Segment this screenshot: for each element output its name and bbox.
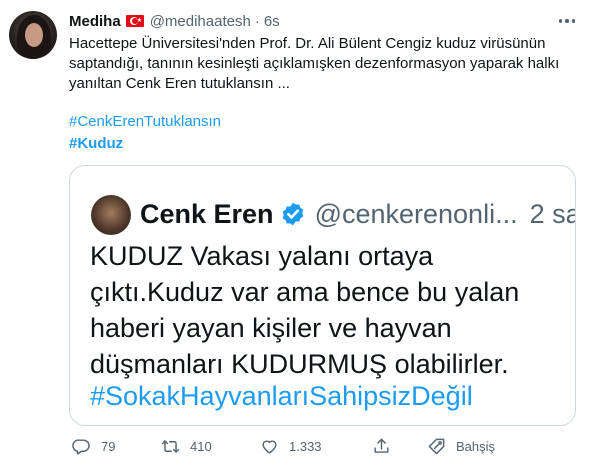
- quoted-author-handle: @cenkerenonli...: [314, 198, 518, 229]
- retweet-button[interactable]: 410: [161, 434, 212, 458]
- separator-dot: ·: [254, 12, 260, 30]
- quoted-tweet-text: KUDUZ Vakası yalanı ortaya çıktı.Kuduz v…: [90, 238, 570, 382]
- reply-count: 79: [101, 438, 116, 454]
- tip-icon: [428, 438, 445, 454]
- like-button[interactable]: 1.333: [260, 434, 322, 458]
- tweet-text: Hacettepe Üniversitesi'nden Prof. Dr. Al…: [69, 34, 579, 94]
- reply-icon: [72, 438, 90, 455]
- heart-icon: [262, 440, 277, 454]
- avatar-face: [25, 23, 43, 47]
- tip-button[interactable]: Bahşiş: [427, 434, 495, 458]
- retweet-icon: [161, 439, 180, 453]
- retweet-count: 410: [190, 438, 212, 454]
- tweet-text-line: Hacettepe Üniversitesi'nden Prof. Dr. Al…: [69, 35, 546, 52]
- turkey-flag-icon: ★: [125, 15, 144, 27]
- more-horizontal-icon[interactable]: [556, 13, 578, 29]
- tweet-timestamp[interactable]: 6s: [264, 13, 280, 30]
- tip-label: Bahşiş: [456, 438, 496, 454]
- share-button[interactable]: [372, 434, 391, 458]
- quoted-text-line: düşmanları KUDURMUŞ olabilirler.: [90, 349, 509, 379]
- tweet-header: Mediha ★ @medihaatesh · 6s: [69, 11, 280, 31]
- quoted-timestamp: 2 sa: [529, 198, 576, 229]
- quoted-hashtag: #SokakHayvanlarıSahipsizDeğil: [90, 381, 473, 411]
- quoted-text-line: çıktı.Kuduz var ama bence bu yalan: [90, 277, 520, 307]
- tweet-action-bar: 79 410 1.333 Bahşiş: [69, 434, 579, 458]
- quoted-tweet-header: Cenk Eren @cenkerenonli... 2 sa: [140, 194, 576, 234]
- verified-badge-icon: [282, 202, 303, 226]
- tweet[interactable]: Mediha ★ @medihaatesh · 6s Hacettepe Üni…: [0, 0, 591, 469]
- tweet-text-line: saptandığı, tanının kesinleşti açıklamış…: [69, 55, 560, 72]
- quoted-author-name: Cenk Eren: [140, 198, 274, 229]
- reply-button[interactable]: 79: [72, 434, 115, 458]
- share-icon: [374, 438, 389, 453]
- hashtag-link-kuduz[interactable]: #Kuduz: [69, 135, 123, 152]
- tweet-text-line: yanıltan Cenk Eren tutuklansın ...: [69, 75, 290, 92]
- author-handle[interactable]: @medihaatesh: [150, 13, 251, 30]
- quoted-tweet-card[interactable]: Cenk Eren @cenkerenonli... 2 sa KUDUZ Va…: [69, 165, 576, 426]
- quoted-author-avatar: [91, 195, 131, 235]
- like-count: 1.333: [289, 438, 322, 454]
- author-avatar[interactable]: [9, 11, 57, 59]
- quoted-text-line: haberi yayan kişiler ve hayvan: [90, 313, 452, 343]
- author-name[interactable]: Mediha: [69, 13, 121, 30]
- hashtag-link-cenkeren[interactable]: #CenkErenTutuklansın: [69, 113, 221, 130]
- quoted-text-line: KUDUZ Vakası yalanı ortaya: [90, 241, 434, 271]
